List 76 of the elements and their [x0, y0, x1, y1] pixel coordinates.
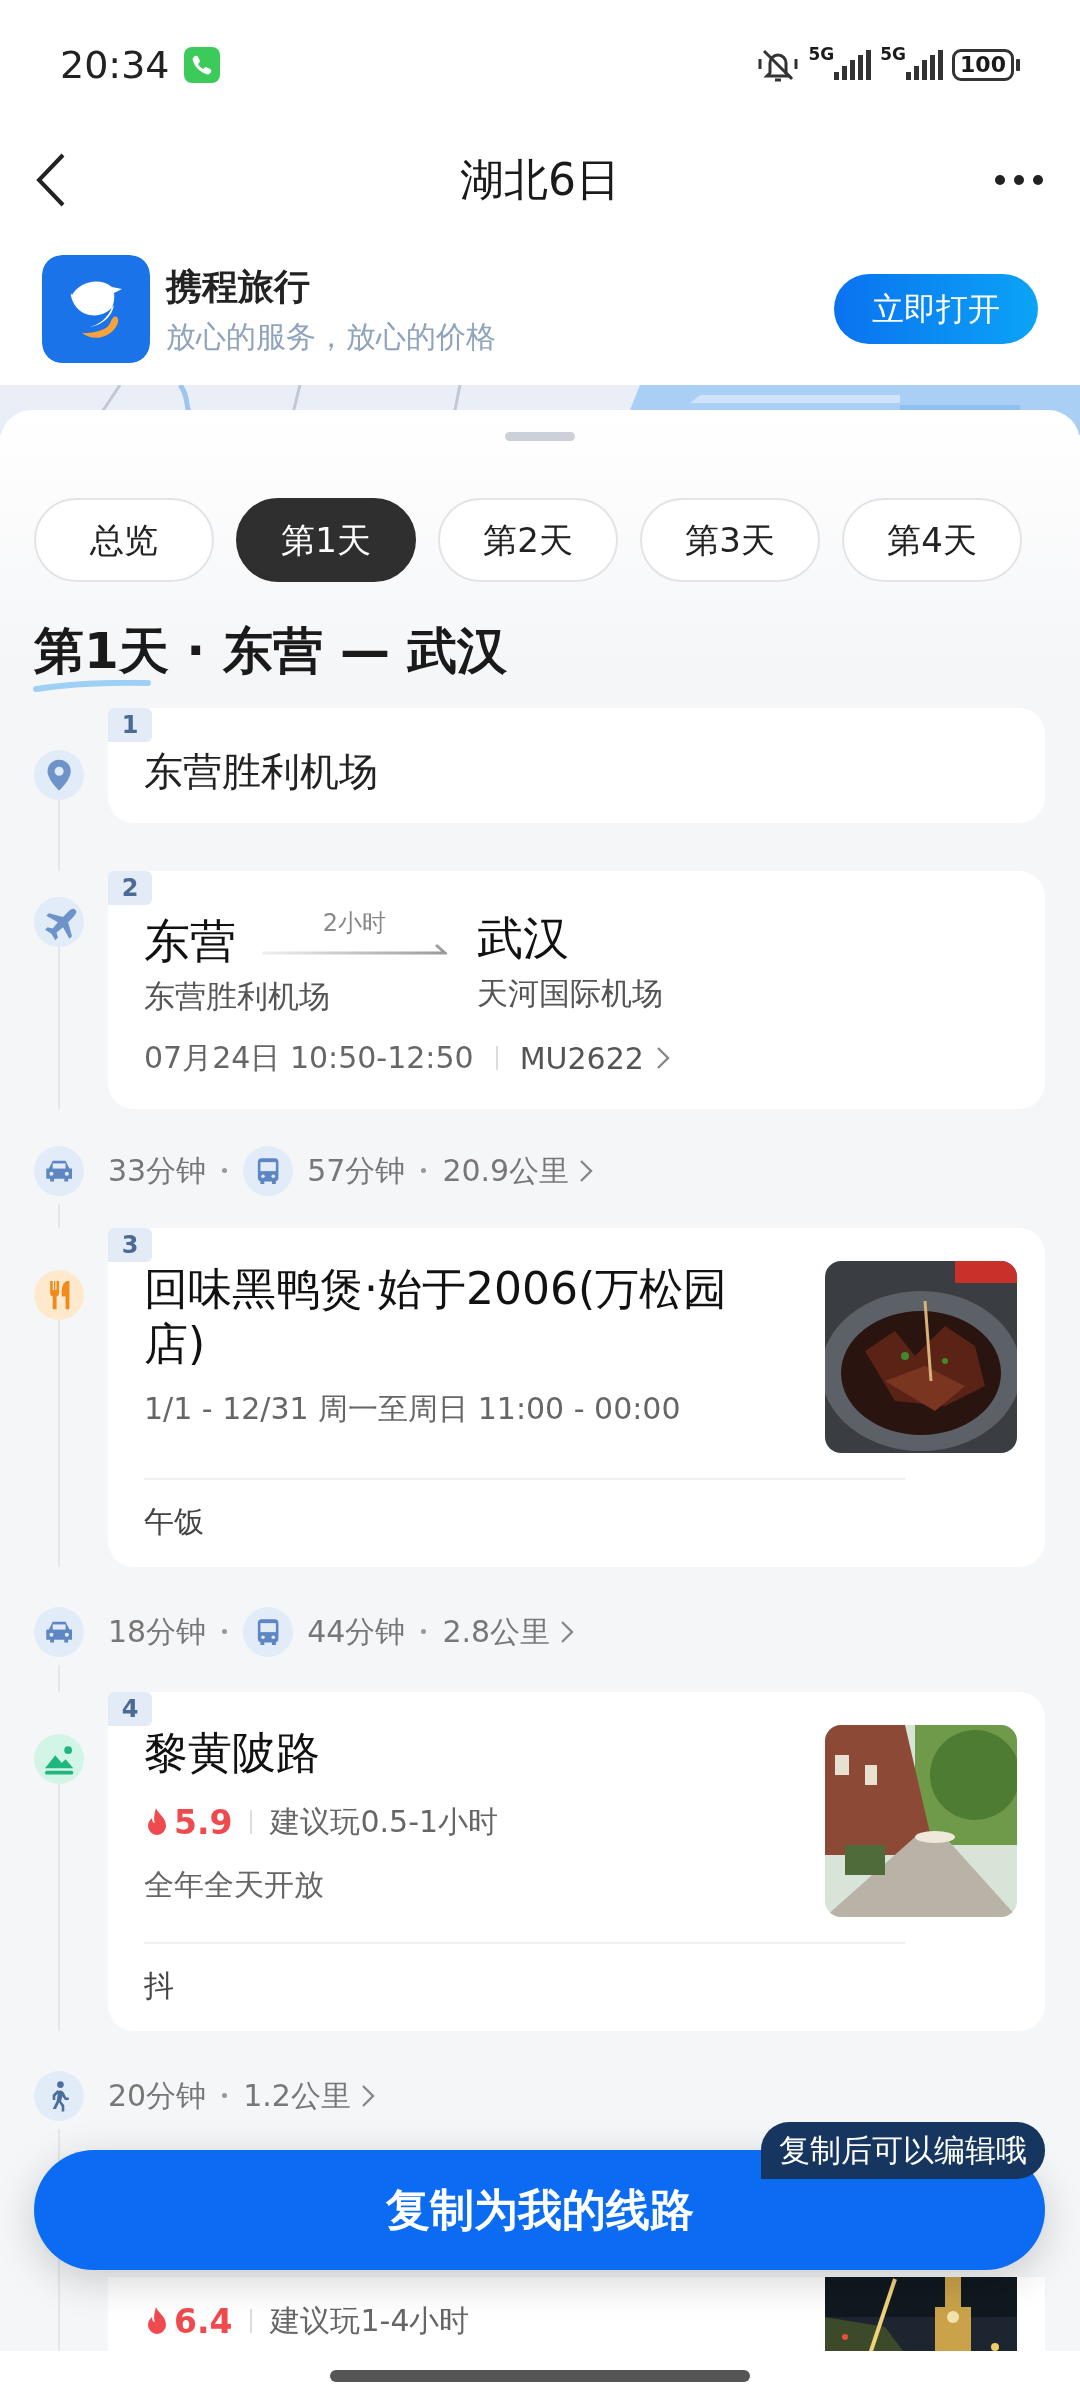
travel-time: 33分钟 — [108, 1152, 207, 1190]
hint-tooltip: 复制后可以编辑哦 — [761, 2122, 1045, 2179]
stop-card[interactable]: 4 黎黄陂路 5.9 建议玩0.5-1小时 全年全天开放 抖 — [108, 1691, 1045, 2031]
stop-number: 4 — [108, 1691, 152, 1726]
phone-icon — [183, 47, 220, 83]
back-icon[interactable] — [36, 153, 66, 207]
day-heading: 第1天 · 东营 — 武汉 — [34, 622, 508, 680]
stop-title: 黎黄陂路 — [144, 1725, 321, 1780]
car-icon — [34, 1145, 84, 1196]
more-icon[interactable] — [994, 174, 1044, 186]
flight-duration: 2小时 — [322, 911, 387, 935]
location-pin-icon — [34, 750, 84, 800]
day-tab[interactable]: 总览 — [34, 498, 214, 582]
suggested-duration: 建议玩1-4小时 — [270, 2302, 470, 2341]
opening-hours: 全年全天开放 — [144, 1866, 325, 1904]
mountain-icon — [34, 1733, 84, 1784]
battery-level: 100 — [952, 49, 1014, 81]
travel-time: 57分钟 — [307, 1152, 406, 1190]
separator-dot — [222, 1629, 228, 1634]
departure-airport: 东营胜利机场 — [144, 977, 331, 1016]
travel-time: 18分钟 — [108, 1613, 207, 1651]
app-name: 携程旅行 — [166, 264, 311, 309]
battery-tip — [1016, 59, 1020, 71]
bus-icon — [243, 1145, 294, 1196]
day-tab[interactable]: 第3天 — [640, 498, 820, 582]
walking-person-icon — [34, 2070, 84, 2121]
departure-city: 东营 — [144, 913, 236, 969]
flight-number-link[interactable]: MU2622 — [519, 1035, 670, 1081]
route-distance-link[interactable]: 1.2公里 — [243, 2073, 375, 2118]
day-tab[interactable]: 第1天 — [236, 498, 416, 582]
network-label: 5G — [880, 46, 907, 63]
chevron-right-icon — [579, 1158, 594, 1183]
stop-card[interactable]: 6.4 建议玩1-4小时 — [108, 2276, 1045, 2351]
stop-title: 东营胜利机场 — [144, 748, 379, 795]
separator-dot — [421, 1168, 427, 1173]
stop-title: 回味黑鸭煲·始于2006(万松园店) — [144, 1261, 729, 1371]
stop-note: 午饭 — [144, 1503, 205, 1540]
dolphin-logo-icon — [42, 255, 150, 363]
stop-number: 3 — [108, 1227, 152, 1262]
suggested-duration: 建议玩0.5-1小时 — [270, 1803, 499, 1842]
bus-icon — [243, 1606, 294, 1657]
arrival-city: 武汉 — [477, 911, 570, 967]
chevron-right-icon — [655, 1046, 670, 1070]
stop-note: 抖 — [144, 1967, 175, 2004]
page-title: 湖北6日 — [460, 154, 620, 205]
stop-number: 1 — [108, 708, 152, 742]
arrival-airport: 天河国际机场 — [477, 974, 663, 1014]
app-slogan: 放心的服务，放心的价格 — [166, 317, 496, 356]
separator-dot — [222, 2093, 228, 2098]
airplane-icon — [34, 897, 84, 947]
travel-time: 44分钟 — [307, 1613, 406, 1651]
network-label: 5G — [808, 46, 835, 63]
stop-card[interactable]: 3 回味黑鸭煲·始于2006(万松园店) 1/1 - 12/31 周一至周日 11:00 - 00:00 午饭 — [108, 1227, 1045, 1567]
car-icon — [34, 1606, 84, 1657]
fork-knife-icon — [34, 1269, 84, 1320]
drag-handle[interactable] — [505, 432, 575, 441]
open-app-button[interactable]: 立即打开 — [834, 274, 1038, 344]
stop-card[interactable]: 2 东营 2小时 东营胜利机场 武汉 天河国际机场 07月24日 10:50-12:50 MU2622 — [108, 871, 1045, 1109]
chevron-right-icon — [360, 2083, 375, 2108]
signal-icon — [834, 50, 873, 80]
chevron-right-icon — [560, 1619, 575, 1644]
flight-time: 07月24日 10:50-12:50 — [144, 1039, 474, 1077]
day-tab[interactable]: 第4天 — [842, 498, 1022, 582]
signal-icon — [906, 50, 945, 80]
separator-dot — [421, 1629, 427, 1634]
day-tab[interactable]: 第2天 — [438, 498, 618, 582]
route-distance-link[interactable]: 20.9公里 — [442, 1148, 594, 1193]
opening-hours: 1/1 - 12/31 周一至周日 11:00 - 00:00 — [144, 1389, 682, 1428]
clock: 20:34 — [60, 41, 170, 89]
separator-dot — [222, 1168, 228, 1173]
heat-score: 5.9 — [174, 1801, 233, 1844]
stop-card[interactable]: 1 东营胜利机场 — [108, 708, 1045, 823]
stop-number: 2 — [108, 871, 152, 905]
heat-score: 6.4 — [174, 2300, 233, 2343]
route-distance-link[interactable]: 2.8公里 — [442, 1609, 575, 1654]
travel-time: 20分钟 — [108, 2077, 207, 2115]
